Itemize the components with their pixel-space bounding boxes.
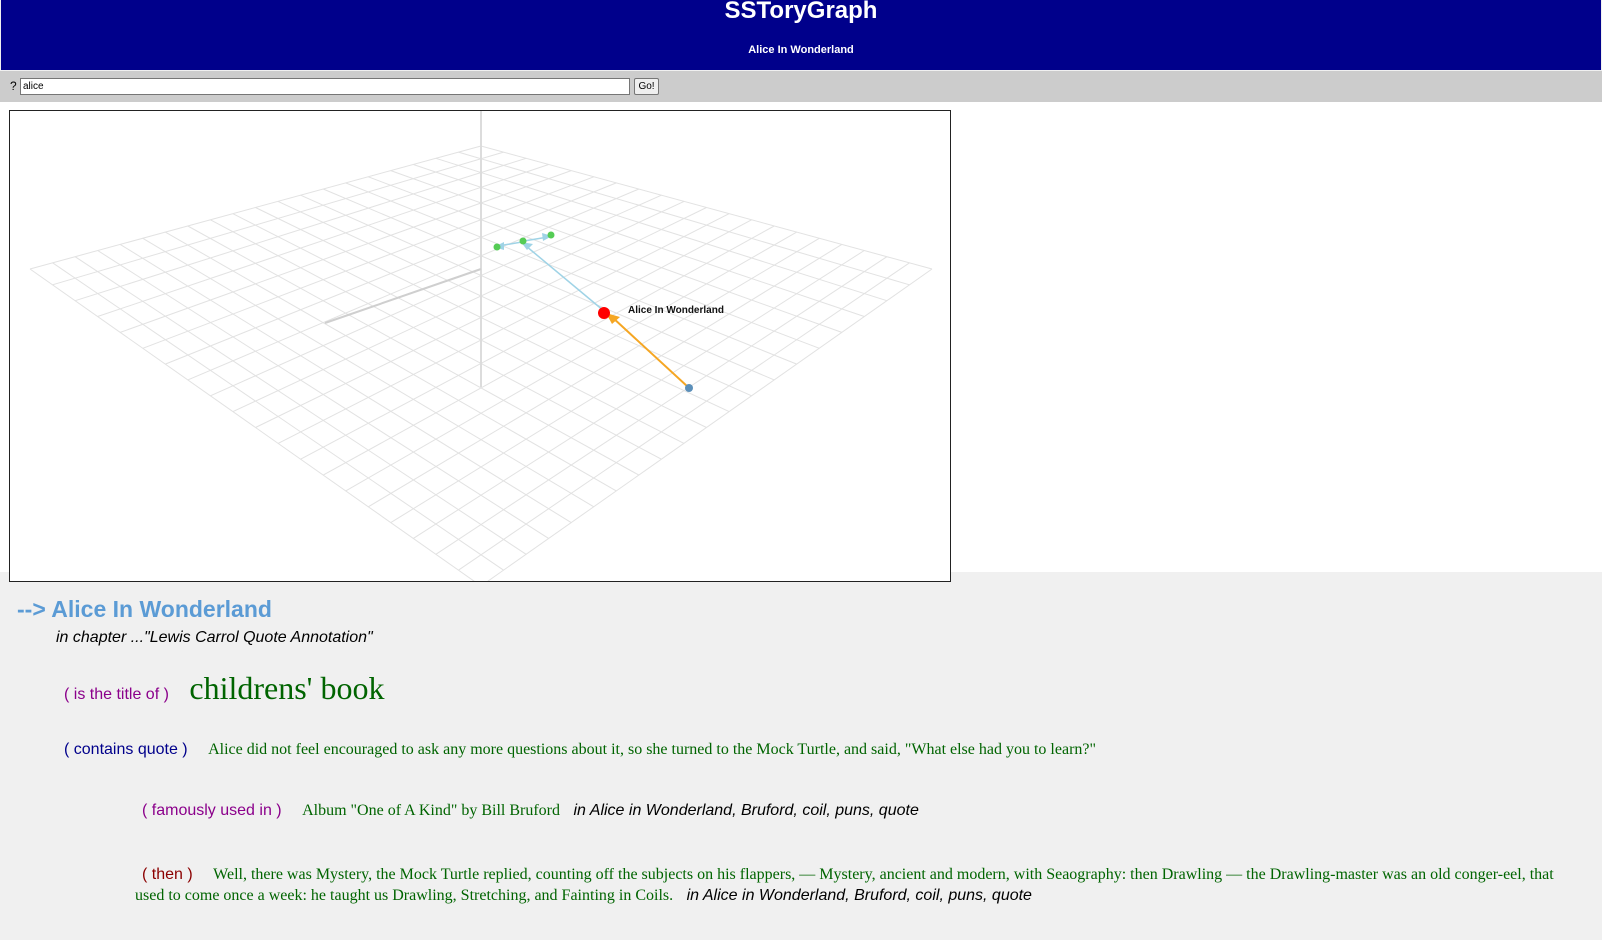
node-title[interactable]: --> Alice In Wonderland (17, 596, 272, 623)
graph-viewport[interactable]: Alice In Wonderland (9, 110, 951, 582)
relation-value[interactable]: Alice did not feel encouraged to ask any… (208, 741, 1096, 758)
app-title: SSToryGraph (724, 0, 878, 24)
app-header: SSToryGraph Alice In Wonderland (1, 0, 1601, 70)
search-prompt: ? (10, 79, 17, 93)
chapter-line: in chapter ..."Lewis Carrol Quote Annota… (56, 629, 373, 646)
relation-label[interactable]: ( is the title of ) (64, 686, 169, 703)
parent-node[interactable] (685, 384, 693, 392)
relation-row: ( then ) Well, there was Mystery, the Mo… (135, 864, 1555, 906)
grid-line (74, 256, 527, 555)
relation-tags: in Alice in Wonderland, Bruford, coil, p… (686, 887, 1032, 904)
center-node-label: Alice In Wonderland (628, 305, 724, 316)
grid-line (52, 262, 504, 571)
relation-row: ( is the title of ) childrens' book (64, 670, 384, 707)
child-node[interactable] (493, 243, 501, 251)
search-input[interactable] (20, 78, 630, 95)
depth-axis (324, 268, 482, 324)
outgoing-edge (525, 245, 605, 312)
relation-value[interactable]: Album "One of A Kind" by Bill Bruford (302, 802, 560, 819)
go-button[interactable]: Go! (634, 78, 659, 95)
grid-line (435, 256, 888, 555)
relation-row: ( famously used in ) Album "One of A Kin… (142, 802, 919, 820)
relation-label[interactable]: ( then ) (142, 866, 193, 883)
child-node[interactable] (547, 231, 555, 239)
graph-canvas[interactable]: Alice In Wonderland (10, 111, 950, 581)
center-node[interactable] (598, 307, 610, 319)
relation-row: ( contains quote ) Alice did not feel en… (64, 741, 1096, 759)
relation-value[interactable]: childrens' book (189, 670, 384, 706)
story-subtitle: Alice In Wonderland (748, 44, 854, 56)
search-bar: ? Go! (0, 71, 1602, 102)
relation-tags: in Alice in Wonderland, Bruford, coil, p… (573, 802, 919, 819)
child-node[interactable] (519, 237, 527, 245)
relation-label[interactable]: ( contains quote ) (64, 741, 188, 758)
relation-label[interactable]: ( famously used in ) (142, 802, 282, 819)
